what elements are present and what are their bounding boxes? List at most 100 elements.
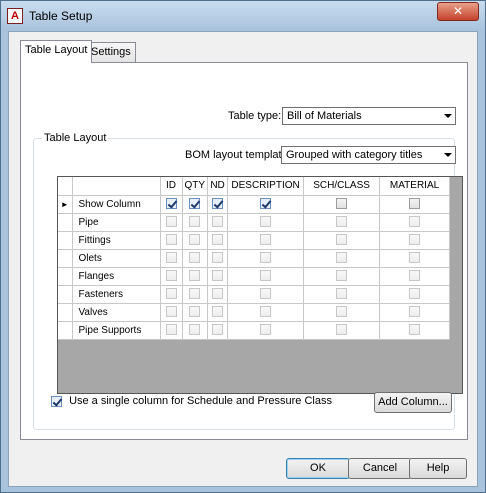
row-label: Show Column: [72, 195, 161, 214]
grid-checkbox[interactable]: [336, 324, 348, 336]
row-label: Fittings: [72, 231, 161, 250]
grid-checkbox[interactable]: [165, 306, 177, 318]
grid-checkbox[interactable]: [189, 270, 201, 282]
grid-checkbox[interactable]: [189, 198, 201, 210]
table-row[interactable]: ► Show Column: [58, 195, 451, 214]
help-button[interactable]: Help: [409, 458, 467, 479]
grid-checkbox[interactable]: [336, 198, 348, 210]
grid-checkbox[interactable]: [409, 216, 421, 228]
grid-checkbox[interactable]: [409, 198, 421, 210]
grid-checkbox[interactable]: [212, 216, 224, 228]
title-bar[interactable]: A Table Setup ✕: [1, 1, 485, 31]
grid-checkbox[interactable]: [165, 198, 177, 210]
grid-checkbox[interactable]: [165, 270, 177, 282]
grid-checkbox[interactable]: [260, 288, 272, 300]
grid-cell: [207, 249, 229, 268]
cancel-button[interactable]: Cancel: [348, 458, 412, 479]
grid-checkbox[interactable]: [409, 288, 421, 300]
grid-checkbox[interactable]: [212, 306, 224, 318]
grid-checkbox[interactable]: [165, 252, 177, 264]
grid-checkbox[interactable]: [336, 306, 348, 318]
ok-button[interactable]: OK: [286, 458, 350, 479]
grid-checkbox[interactable]: [212, 234, 224, 246]
grid-checkbox[interactable]: [212, 198, 224, 210]
single-column-check-icon[interactable]: [51, 395, 62, 407]
grid-cell: [303, 285, 381, 304]
single-column-checkbox[interactable]: Use a single column for Schedule and Pre…: [51, 395, 332, 409]
grid-checkbox[interactable]: [189, 252, 201, 264]
tab-table-layout[interactable]: Table Layout: [20, 40, 93, 63]
grid-cell: [160, 321, 183, 340]
grid-checkbox[interactable]: [336, 252, 348, 264]
grid-cell: [207, 321, 229, 340]
column-header-nd: ND: [207, 177, 229, 196]
row-selector[interactable]: [58, 321, 73, 340]
grid-checkbox[interactable]: [409, 306, 421, 318]
grid-checkbox[interactable]: [336, 270, 348, 282]
grid-checkbox[interactable]: [212, 288, 224, 300]
grid-checkbox[interactable]: [212, 252, 224, 264]
table-row[interactable]: Flanges: [58, 267, 451, 286]
bom-template-value: Grouped with category titles: [286, 149, 423, 161]
grid-checkbox[interactable]: [189, 306, 201, 318]
grid-checkbox[interactable]: [165, 234, 177, 246]
grid-checkbox[interactable]: [165, 324, 177, 336]
grid-cell: [182, 195, 209, 214]
grid-cell: [227, 285, 305, 304]
grid-checkbox[interactable]: [260, 306, 272, 318]
row-selector[interactable]: [58, 303, 73, 322]
grid-checkbox[interactable]: [260, 234, 272, 246]
grid-checkbox[interactable]: [409, 234, 421, 246]
row-selector[interactable]: ►: [58, 195, 73, 214]
grid-checkbox[interactable]: [260, 252, 272, 264]
bom-template-dropdown[interactable]: Grouped with category titles: [281, 146, 456, 164]
table-row[interactable]: Pipe Supports: [58, 321, 451, 340]
grid-cell: [303, 249, 381, 268]
grid-checkbox[interactable]: [189, 234, 201, 246]
row-selector[interactable]: [58, 285, 73, 304]
grid-checkbox[interactable]: [409, 324, 421, 336]
grid-checkbox[interactable]: [260, 270, 272, 282]
grid-checkbox[interactable]: [212, 270, 224, 282]
grid-checkbox[interactable]: [189, 288, 201, 300]
grid-checkbox[interactable]: [409, 252, 421, 264]
grid-checkbox[interactable]: [409, 270, 421, 282]
add-column-button[interactable]: Add Column...: [374, 392, 452, 413]
grid-checkbox[interactable]: [336, 234, 348, 246]
grid-cell: [379, 231, 451, 250]
grid-cell: [207, 267, 229, 286]
grid-cell: [182, 213, 209, 232]
table-row[interactable]: Fittings: [58, 231, 451, 250]
row-selector[interactable]: [58, 213, 73, 232]
grid-cell: [182, 321, 209, 340]
close-button[interactable]: ✕: [437, 2, 479, 21]
grid-cell: [160, 267, 183, 286]
grid-checkbox[interactable]: [212, 324, 224, 336]
grid-checkbox[interactable]: [165, 216, 177, 228]
tab-settings[interactable]: Settings: [86, 42, 136, 63]
table-row[interactable]: Valves: [58, 303, 451, 322]
table-type-label: Table type:: [228, 110, 282, 122]
table-row[interactable]: Olets: [58, 249, 451, 268]
table-row[interactable]: Pipe: [58, 213, 451, 232]
table-row[interactable]: Fasteners: [58, 285, 451, 304]
grid-cell: [227, 231, 305, 250]
grid-cell: [182, 303, 209, 322]
row-selector[interactable]: [58, 231, 73, 250]
grid-cell: [379, 321, 451, 340]
chevron-down-icon: [444, 153, 452, 157]
column-header-sch-class: SCH/CLASS: [303, 177, 381, 196]
grid-checkbox[interactable]: [165, 288, 177, 300]
single-column-label: Use a single column for Schedule and Pre…: [69, 395, 332, 407]
row-selector[interactable]: [58, 249, 73, 268]
grid-checkbox[interactable]: [260, 216, 272, 228]
row-selector[interactable]: [58, 267, 73, 286]
grid-checkbox[interactable]: [260, 198, 272, 210]
grid-checkbox[interactable]: [336, 288, 348, 300]
grid-checkbox[interactable]: [189, 324, 201, 336]
grid-checkbox[interactable]: [336, 216, 348, 228]
grid-cell: [160, 303, 183, 322]
grid-checkbox[interactable]: [189, 216, 201, 228]
grid-checkbox[interactable]: [260, 324, 272, 336]
table-type-dropdown[interactable]: Bill of Materials: [282, 107, 456, 125]
